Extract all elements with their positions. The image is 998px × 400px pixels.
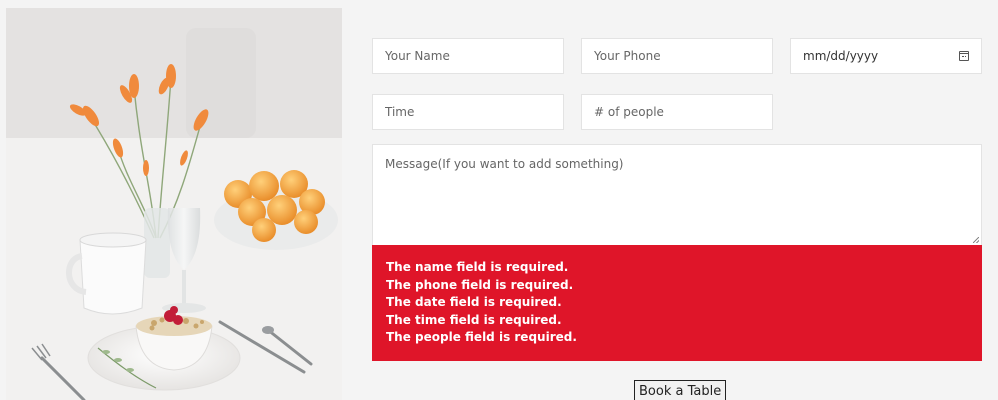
book-table-button[interactable]: Book a Table (634, 380, 727, 400)
time-input[interactable] (385, 105, 551, 119)
table-setting-photo (6, 8, 342, 400)
error-date-required: The date field is required. (386, 295, 562, 309)
phone-field[interactable] (581, 38, 773, 74)
name-input[interactable] (385, 49, 551, 63)
time-field[interactable] (372, 94, 564, 130)
name-field[interactable] (372, 38, 564, 74)
error-messages: The name field is required. The phone fi… (372, 245, 982, 361)
error-name-required: The name field is required. (386, 260, 569, 274)
calendar-icon[interactable] (959, 51, 969, 61)
message-field[interactable] (372, 144, 982, 246)
error-time-required: The time field is required. (386, 312, 562, 327)
message-textarea[interactable] (373, 145, 981, 245)
people-input[interactable] (594, 105, 760, 119)
date-input[interactable]: mm/dd/yyyy (803, 49, 878, 63)
phone-input[interactable] (594, 49, 760, 63)
date-field[interactable]: mm/dd/yyyy (790, 38, 982, 74)
error-people-required: The people field is required. (386, 330, 577, 344)
booking-section: mm/dd/yyyy The name field is required. T… (0, 0, 998, 400)
people-field[interactable] (581, 94, 773, 130)
error-phone-required: The phone field is required. (386, 277, 574, 292)
resize-handle[interactable] (973, 237, 979, 243)
